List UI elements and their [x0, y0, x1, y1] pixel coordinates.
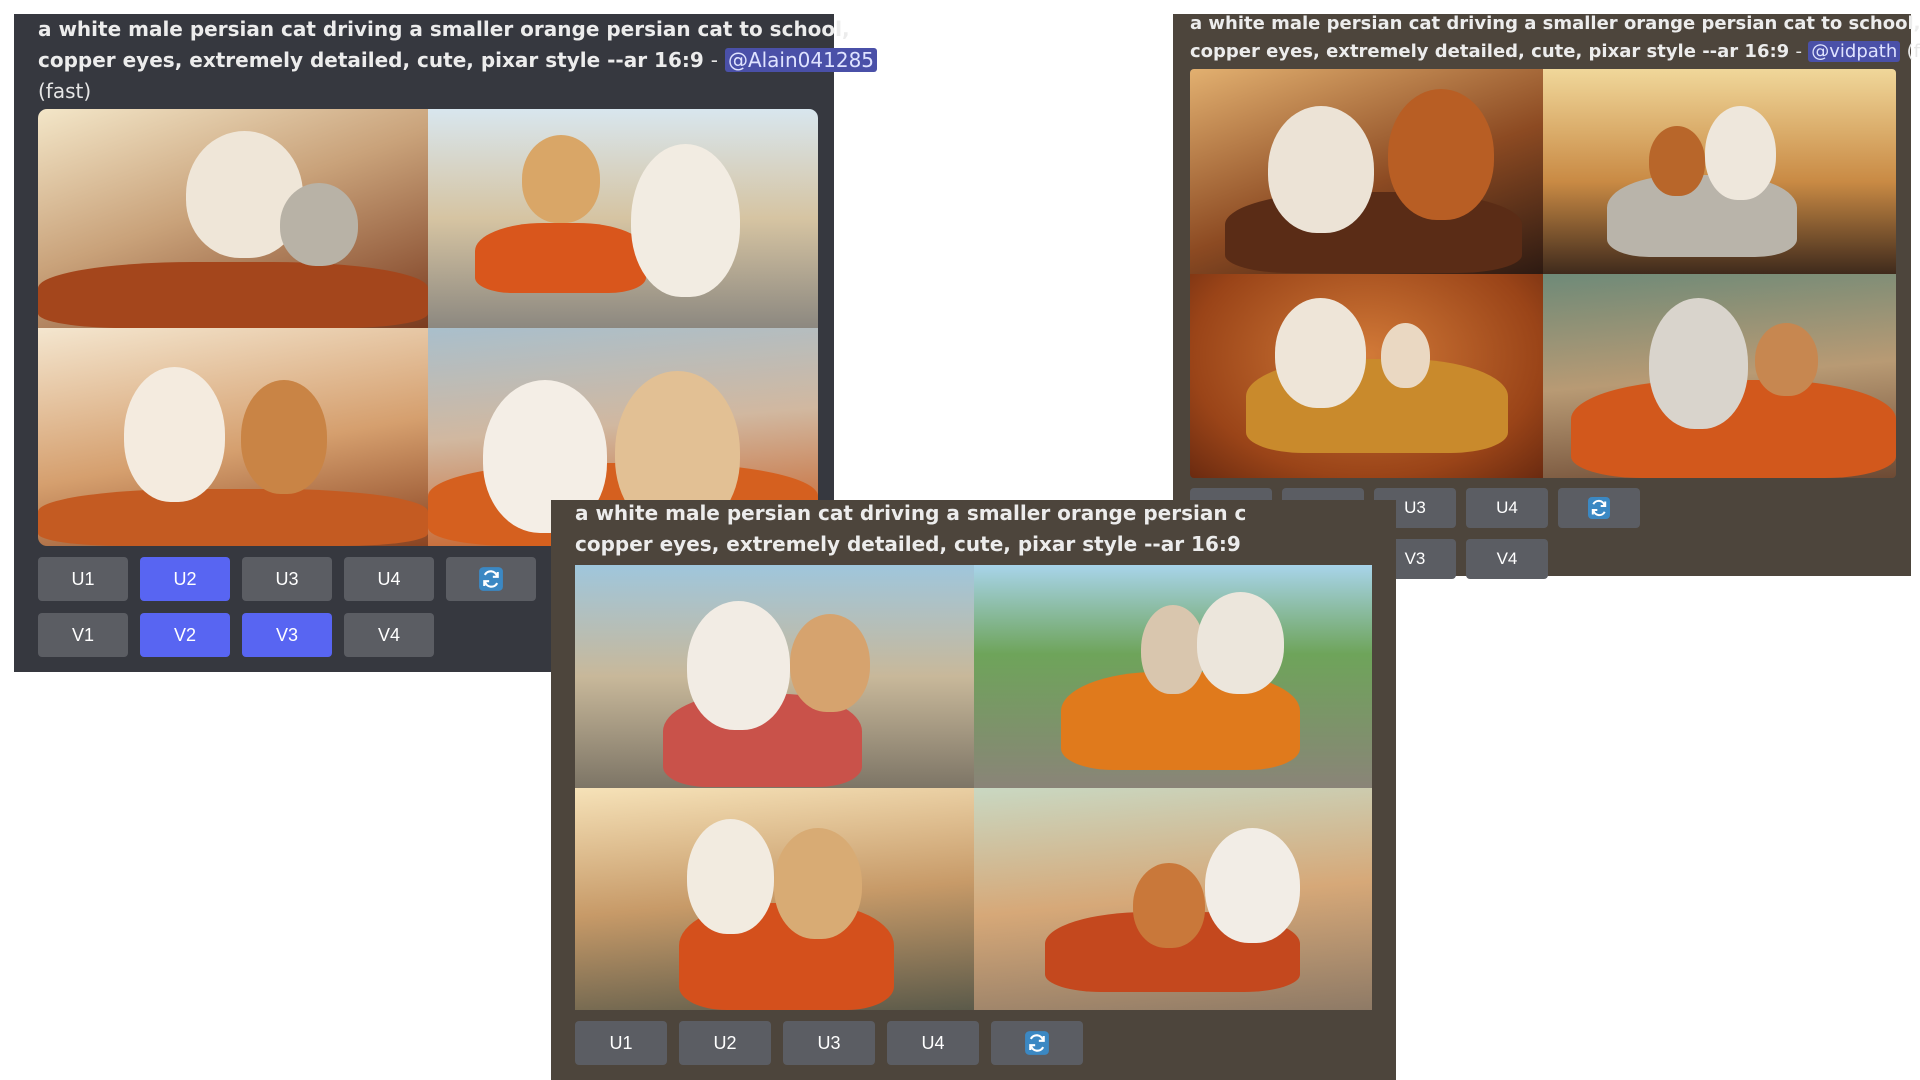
image-grid[interactable]: [575, 565, 1372, 1010]
image-tile-3[interactable]: [38, 327, 428, 546]
prompt-text: a white male persian cat driving a small…: [1190, 10, 1920, 66]
v3-button[interactable]: V3: [242, 613, 332, 657]
message-card-2: a white male persian cat driving a small…: [1173, 13, 1920, 579]
image-grid[interactable]: [38, 109, 818, 546]
user-mention[interactable]: @Alain041285: [724, 48, 878, 72]
car-shape: [474, 222, 647, 293]
v4-button[interactable]: V4: [1466, 539, 1548, 579]
reroll-button[interactable]: [1558, 488, 1640, 528]
prompt-line-2: copper eyes, extremely detailed, cute, p…: [1190, 38, 1920, 66]
prompt-text: a white male persian cat driving a small…: [38, 14, 878, 107]
cat-orange: [1387, 89, 1494, 221]
cat-white: [123, 366, 226, 503]
u2-button[interactable]: U2: [140, 557, 230, 601]
image-tile-2[interactable]: [428, 109, 818, 328]
refresh-icon: [479, 567, 503, 591]
refresh-icon: [1025, 1031, 1049, 1055]
cat-white: [1204, 827, 1301, 944]
upscale-button-row: U1 U2 U3 U4: [575, 1021, 1083, 1065]
variation-button-row: V1 V2 V3 V4: [38, 613, 434, 657]
v2-button[interactable]: V2: [140, 613, 230, 657]
cat-white: [1705, 105, 1776, 200]
upscale-button-row: U1 U2 U3 U4: [38, 557, 536, 601]
image-grid[interactable]: [1190, 69, 1896, 478]
cat-white: [1648, 298, 1748, 429]
cat-white: [1274, 298, 1367, 409]
cat-orange: [1132, 863, 1205, 948]
u4-button[interactable]: U4: [887, 1021, 979, 1065]
u1-button[interactable]: U1: [575, 1021, 667, 1065]
cat-orange: [774, 827, 862, 939]
cat-orange: [1140, 605, 1205, 695]
cat-orange: [521, 135, 600, 223]
car-shape: [38, 489, 428, 546]
car-shape: [1606, 175, 1798, 258]
image-tile-3[interactable]: [1190, 273, 1543, 478]
image-tile-1[interactable]: [1190, 69, 1543, 274]
cat-orange: [279, 183, 358, 267]
image-tile-1[interactable]: [575, 565, 974, 788]
cat-orange: [240, 379, 327, 494]
image-tile-1[interactable]: [38, 109, 428, 328]
user-mention[interactable]: @vidpath: [1808, 40, 1901, 62]
reroll-button[interactable]: [446, 557, 536, 601]
u3-button[interactable]: U3: [242, 557, 332, 601]
image-tile-4[interactable]: [973, 787, 1372, 1010]
image-tile-2[interactable]: [973, 565, 1372, 788]
image-tile-2[interactable]: [1543, 69, 1896, 274]
u4-button[interactable]: U4: [1466, 488, 1548, 528]
prompt-line-2: copper eyes, extremely detailed, cute, p…: [38, 45, 878, 76]
v4-button[interactable]: V4: [344, 613, 434, 657]
prompt-text: a white male persian cat driving a small…: [575, 500, 1246, 560]
cat-orange: [1648, 126, 1706, 196]
cat-white: [686, 600, 791, 730]
cat-orange: [1380, 322, 1431, 389]
message-card-3: a white male persian cat driving a small…: [551, 500, 1396, 1080]
u1-button[interactable]: U1: [38, 557, 128, 601]
cat-white: [630, 143, 740, 297]
cat-white: [1196, 591, 1285, 695]
u2-button[interactable]: U2: [679, 1021, 771, 1065]
prompt-line-2: copper eyes, extremely detailed, cute, p…: [575, 532, 1241, 556]
car-shape: [38, 261, 428, 328]
speed-label: (fast): [1906, 40, 1920, 62]
u3-button[interactable]: U3: [783, 1021, 875, 1065]
image-tile-3[interactable]: [575, 787, 974, 1010]
speed-label: (fast): [38, 79, 92, 103]
cat-white: [686, 818, 775, 935]
u4-button[interactable]: U4: [344, 557, 434, 601]
cat-white: [1267, 105, 1374, 233]
v1-button[interactable]: V1: [38, 613, 128, 657]
image-tile-4[interactable]: [1543, 273, 1896, 478]
refresh-icon: [1588, 497, 1610, 519]
prompt-line-1: a white male persian cat driving a small…: [1190, 13, 1920, 34]
cat-orange: [1754, 322, 1819, 397]
cat-orange: [790, 613, 870, 712]
prompt-line-1: a white male persian cat driving a small…: [38, 17, 850, 41]
reroll-button[interactable]: [991, 1021, 1083, 1065]
prompt-line-1: a white male persian cat driving a small…: [575, 501, 1247, 525]
